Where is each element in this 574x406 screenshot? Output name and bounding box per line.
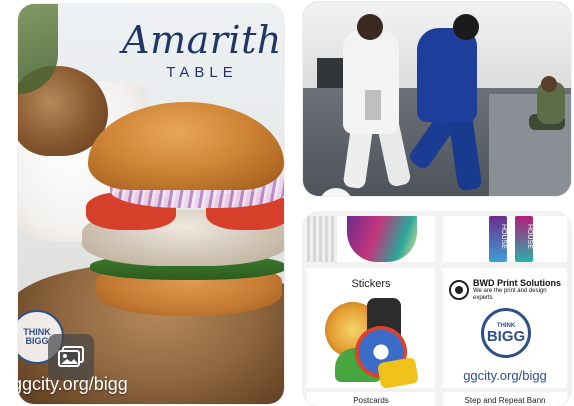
collage-cell-bwd: BWD Print Solutions We are the print and… — [443, 268, 567, 388]
pin-card-burger[interactable]: Amarith TABLE THINK BIGG ggcity.org/bigg — [18, 4, 284, 404]
bottle-graphic: HOUSE — [515, 216, 533, 262]
collage-cell-stickers: Stickers — [307, 268, 435, 388]
collage-cell-step-repeat: Step and Repeat Bann — [443, 392, 567, 406]
collage-cell-lips — [307, 216, 435, 262]
bwd-tagline: We are the print and design experts — [473, 288, 547, 301]
pin-card-print-collage[interactable]: HOUSE HOUSE Stickers BWD Print Solutions… — [303, 212, 571, 406]
bottle-graphic: HOUSE — [489, 216, 507, 262]
spectator-head — [541, 76, 557, 92]
lips-print-graphic — [347, 216, 417, 262]
gallery-icon — [58, 346, 84, 367]
bigg-badge: THINK BIGG — [481, 308, 531, 358]
pin-card-jiu-jitsu[interactable] — [303, 2, 571, 196]
badge-word: BIGG — [486, 327, 526, 345]
shelf-graphic — [307, 216, 337, 262]
bottle-label: HOUSE — [526, 224, 533, 249]
bigg-url: ggcity.org/bigg — [463, 368, 547, 383]
collage-cell-postcards: Postcards — [307, 392, 435, 406]
stickers-title: Stickers — [351, 278, 391, 290]
collage-cell-bottles: HOUSE HOUSE — [443, 216, 567, 262]
blue-gi-head — [453, 14, 479, 40]
watermark-url: ggcity.org/bigg — [18, 374, 128, 394]
white-gi-head — [357, 14, 383, 40]
white-gi-belt — [365, 90, 381, 120]
blue-gi-fighter — [417, 28, 477, 122]
bottle-label: HOUSE — [500, 224, 507, 249]
sticker-graphic — [377, 356, 419, 388]
brand-name: Amarith — [122, 18, 282, 62]
bwd-name: BWD Print Solutions — [473, 278, 561, 288]
target-icon — [449, 280, 469, 300]
step-repeat-title: Step and Repeat Bann — [464, 396, 546, 405]
brand-subtitle: TABLE — [166, 64, 238, 81]
postcards-title: Postcards — [353, 396, 389, 405]
bwd-header: BWD Print Solutions We are the print and… — [449, 278, 563, 302]
